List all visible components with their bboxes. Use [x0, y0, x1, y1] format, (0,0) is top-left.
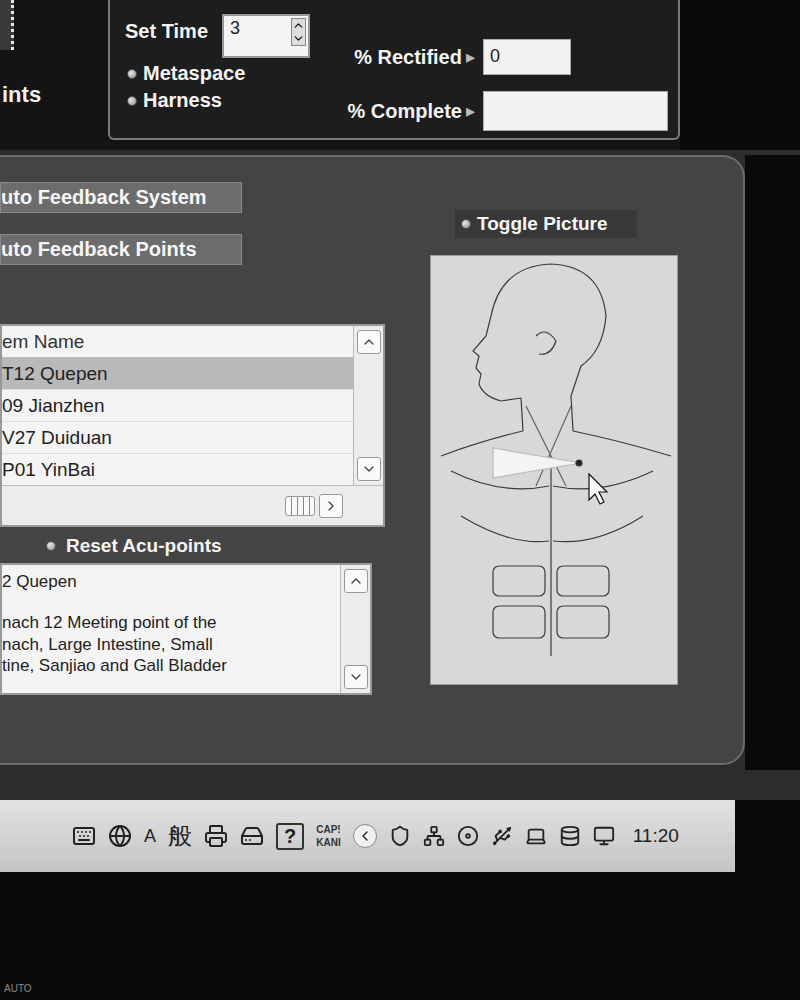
language-indicator[interactable]: A	[144, 826, 156, 847]
radio-dot	[46, 541, 56, 551]
tray-expand-button[interactable]	[353, 824, 377, 848]
monitor-brand: AUTO	[4, 983, 32, 994]
chevron-up-icon	[361, 334, 377, 350]
set-time-spinner[interactable]: 3	[222, 14, 310, 58]
corner-label: ints	[0, 82, 108, 108]
scroll-down-button[interactable]	[344, 665, 368, 689]
lock-indicators: CAP!KANI	[316, 823, 340, 849]
corner-icon	[0, 0, 14, 50]
database-icon[interactable]	[559, 825, 581, 847]
list-header[interactable]: em Name	[2, 326, 353, 358]
taskbar-row: A般? CAP!KANI 11:20	[0, 800, 800, 872]
usb-icon[interactable]	[491, 825, 513, 847]
right-column: Toggle Picture	[430, 157, 678, 763]
readout-field[interactable]: 0	[483, 39, 571, 75]
readout-field[interactable]	[483, 91, 668, 131]
monitor-bezel	[745, 155, 800, 770]
chevron-left-icon	[357, 828, 373, 844]
description-line: tine, Sanjiao and Gall Bladder	[2, 655, 340, 676]
description-line: nach 12 Meeting point of the	[2, 612, 340, 633]
clock[interactable]: 11:20	[633, 825, 679, 847]
description-text: 2 Quepen nach 12 Meeting point of thenach…	[2, 565, 340, 693]
toggle-picture-label: Toggle Picture	[477, 213, 608, 235]
reset-radio[interactable]: Reset Acu-points	[0, 533, 430, 559]
readout-label: % Complete▸	[325, 100, 475, 123]
main-panel: uto Feedback System uto Feedback Points em…	[0, 155, 745, 765]
network-icon[interactable]	[423, 825, 445, 847]
anatomy-illustration	[431, 256, 677, 684]
readout-arrow: ▸	[466, 46, 475, 69]
laptop-icon[interactable]	[525, 825, 547, 847]
spin-down-icon[interactable]	[292, 32, 305, 45]
disc-icon[interactable]	[457, 825, 479, 847]
mode-radio[interactable]: Harness	[125, 89, 325, 112]
readouts: % Rectified▸ 0 % Complete▸	[325, 14, 668, 132]
list-rows: em NameT12 Quepen09 JianzhenV27 DuiduanP…	[2, 326, 353, 485]
description-line: nach, Large Intestine, Small	[2, 634, 340, 655]
mode-radio[interactable]: Metaspace	[125, 62, 325, 85]
radio-dot	[127, 69, 137, 79]
printer-icon[interactable]	[204, 824, 228, 848]
chevron-up-icon	[348, 573, 364, 589]
scroll-up-button[interactable]	[357, 330, 381, 354]
pointer-arrow-icon	[493, 448, 581, 478]
description-box: 2 Quepen nach 12 Meeting point of thenach…	[0, 563, 372, 695]
globe-icon[interactable]	[108, 824, 132, 848]
screen: ints Set Time 3 Metaspace Harness % Rectified…	[0, 0, 800, 1000]
vertical-scrollbar[interactable]	[353, 326, 383, 485]
scroll-grip-icon[interactable]	[285, 496, 315, 516]
ime-mode[interactable]: 般	[168, 820, 192, 852]
help-button[interactable]: ?	[276, 823, 304, 850]
mode-label: Harness	[143, 89, 222, 112]
chevron-down-icon	[361, 461, 377, 477]
list-row[interactable]: 09 Jianzhen	[2, 390, 353, 422]
chevron-right-icon	[323, 498, 339, 514]
scroll-up-button[interactable]	[344, 569, 368, 593]
reset-label: Reset Acu-points	[66, 535, 222, 557]
chevron-down-icon	[348, 669, 364, 685]
list-row[interactable]: V27 Duiduan	[2, 422, 353, 454]
header-left: Set Time 3 Metaspace Harness	[125, 14, 325, 132]
middle-row: uto Feedback System uto Feedback Points em…	[0, 150, 800, 770]
monitor-bezel	[735, 800, 800, 872]
feedback-button[interactable]: uto Feedback Points	[0, 234, 242, 265]
shield-icon[interactable]	[389, 825, 411, 847]
header-panel: Set Time3MetaspaceHarness% Rectified▸0% …	[108, 0, 680, 140]
screen-band	[0, 770, 800, 800]
readout-arrow: ▸	[466, 100, 475, 123]
radio-dot	[127, 96, 137, 106]
points-list: em NameT12 Quepen09 JianzhenV27 DuiduanP…	[0, 324, 385, 527]
spin-buttons	[291, 18, 306, 46]
radio-dot	[461, 219, 471, 229]
set-time-label: Set Time	[125, 14, 208, 43]
spin-up-icon[interactable]	[292, 19, 305, 32]
set-time-row: Set Time 3	[125, 14, 325, 58]
monitor-bottom-bezel: AUTO	[0, 872, 800, 1000]
description-title: 2 Quepen	[2, 571, 340, 592]
anatomy-picture	[430, 255, 678, 685]
scroll-down-button[interactable]	[357, 457, 381, 481]
taskbar: A般? CAP!KANI 11:20	[0, 800, 735, 872]
monitor-bezel	[680, 0, 800, 150]
set-time-value: 3	[230, 18, 240, 39]
mouse-cursor-icon	[589, 474, 607, 504]
kana-indicator: KANI	[316, 836, 340, 849]
top-bar: ints Set Time 3 Metaspace Harness % Rectified…	[0, 0, 800, 150]
drive-icon[interactable]	[240, 824, 264, 848]
feedback-button[interactable]: uto Feedback System	[0, 182, 242, 213]
toggle-picture[interactable]: Toggle Picture	[455, 210, 637, 238]
list-row[interactable]: P01 YinBai	[2, 454, 353, 485]
description-scrollbar[interactable]	[340, 565, 370, 693]
list-row[interactable]: T12 Quepen	[2, 358, 353, 390]
readout-label: % Rectified▸	[325, 46, 475, 69]
mode-label: Metaspace	[143, 62, 245, 85]
monitor-icon[interactable]	[593, 825, 615, 847]
horizontal-scrollbar[interactable]	[2, 485, 383, 525]
keyboard-icon[interactable]	[72, 824, 96, 848]
corner-tile[interactable]: ints	[0, 0, 108, 150]
caps-indicator: CAP!	[316, 823, 340, 836]
scroll-right-button[interactable]	[319, 494, 343, 518]
left-column: uto Feedback System uto Feedback Points em…	[0, 157, 430, 763]
